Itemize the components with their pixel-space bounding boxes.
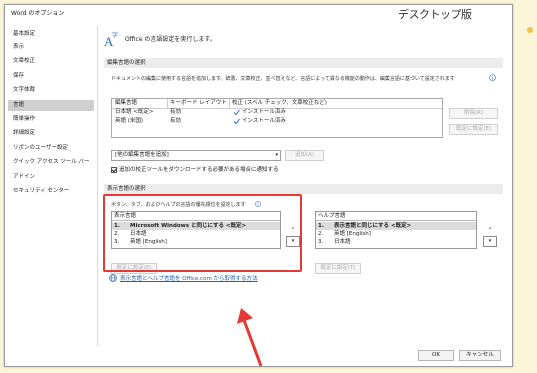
notify-checkbox[interactable]	[111, 166, 117, 173]
check-icon	[233, 118, 240, 125]
keyboard-cell: 有効	[170, 109, 182, 115]
list-item[interactable]: 1. 表示言語と同じにする <既定>	[316, 222, 476, 230]
red-arrow-annotation	[237, 308, 263, 367]
check-icon	[233, 109, 240, 116]
sidebar-item-proofing[interactable]: 文章校正	[8, 56, 94, 67]
select-value: [他の編集言語を追加]	[115, 152, 169, 158]
sidebar-item-general[interactable]: 基本設定	[8, 29, 94, 40]
sidebar-item-quick-access-toolbar[interactable]: クイック アクセス ツール バー	[8, 157, 94, 168]
get-languages-link[interactable]: 表示言語とヘルプ言語を Office.com から取得する方法	[120, 274, 258, 282]
display-section-title: 表示言語の選択	[104, 184, 503, 194]
cancel-button[interactable]: キャンセル	[459, 350, 501, 361]
globe-link-icon	[109, 274, 117, 282]
help-move-down-button[interactable]: ▾	[483, 236, 497, 247]
sidebar-item-display[interactable]: 表示	[8, 42, 94, 53]
display-language-highlight-box	[103, 194, 302, 272]
help-move-up-button[interactable]: ▴	[483, 223, 497, 234]
list-item[interactable]: 3. 日本語	[316, 238, 476, 246]
decorative-dot	[527, 27, 533, 33]
sidebar-item-language[interactable]: 言語	[8, 100, 94, 111]
info-icon: i	[489, 74, 496, 81]
sidebar-item-addins[interactable]: アドイン	[8, 172, 94, 183]
sidebar-item-advanced[interactable]: 詳細設定	[8, 128, 94, 139]
editing-section-title: 編集言語の選択	[104, 58, 503, 68]
editing-description: ドキュメントの編集に使用する言語を追加します。辞書、文章校正、並べ替えなど、言語…	[111, 76, 455, 82]
remove-button[interactable]: 削除(R)	[449, 108, 498, 119]
sidebar: 基本設定 表示 文章校正 保存 文字体裁 言語 簡単操作 詳細設定 リボンのユー…	[5, 26, 98, 346]
column-header: キーボード レイアウト	[170, 100, 227, 106]
language-cell: 日本語 <既定>	[115, 109, 154, 115]
window-title: Word のオプション	[11, 10, 65, 17]
proofing-cell: インストール済み	[242, 118, 286, 124]
sidebar-item-accessibility[interactable]: 簡単操作	[8, 114, 94, 125]
svg-text:字: 字	[112, 31, 118, 39]
help-language-list[interactable]: ヘルプ言語 1. 表示言語と同じにする <既定> 2. 英語 [English] 3…	[315, 211, 477, 249]
notify-proofing-tools-row[interactable]: 追加の校正ツールをダウンロードする必要がある場合に通知する	[111, 165, 279, 173]
sidebar-item-trust-center[interactable]: セキュリティ センター	[8, 186, 94, 197]
table-row[interactable]: 英語 (米国) 有効 インストール済み	[112, 117, 442, 126]
checkbox-label: 追加の校正ツールをダウンロードする必要がある場合に通知する	[119, 167, 279, 173]
list-item[interactable]: 2. 英語 [English]	[316, 230, 476, 238]
list-header: ヘルプ言語	[316, 212, 476, 221]
language-cell: 英語 (米国)	[115, 118, 144, 124]
language-icon: A 字	[104, 31, 118, 48]
sidebar-item-save[interactable]: 保存	[8, 71, 94, 82]
ok-button[interactable]: OK	[418, 350, 454, 361]
sidebar-item-customize-ribbon[interactable]: リボンのユーザー設定	[8, 143, 94, 154]
column-divider	[229, 99, 230, 108]
add-editing-language-select[interactable]: [他の編集言語を追加] ▾	[111, 150, 281, 161]
proofing-cell: インストール済み	[242, 109, 286, 115]
table-row[interactable]: 日本語 <既定> 有効 インストール済み	[112, 108, 442, 117]
chevron-down-icon: ▾	[275, 152, 278, 158]
desktop-version-badge: デスクトップ版	[398, 8, 472, 21]
language-settings-panel: A 字 Office の言語設定を実行します。 編集言語の選択 ドキュメントの編…	[98, 26, 512, 346]
svg-text:i: i	[492, 76, 493, 82]
sidebar-item-typography[interactable]: 文字体裁	[8, 85, 94, 96]
editing-language-table: 編集言語 キーボード レイアウト 校正 (スペル チェック、文章校正など) 日本…	[111, 98, 443, 138]
panel-heading: Office の言語設定を実行します。	[125, 36, 216, 43]
set-default-editing-button[interactable]: 既定に設定(E)	[449, 124, 498, 135]
column-header: 編集言語	[115, 100, 138, 106]
column-header: 校正 (スペル チェック、文章校正など)	[232, 100, 327, 106]
set-default-help-button[interactable]: 既定に設定(T)	[315, 263, 361, 274]
keyboard-cell: 有効	[170, 118, 182, 124]
column-divider	[167, 99, 168, 108]
add-button[interactable]: 追加(A)	[285, 150, 324, 161]
